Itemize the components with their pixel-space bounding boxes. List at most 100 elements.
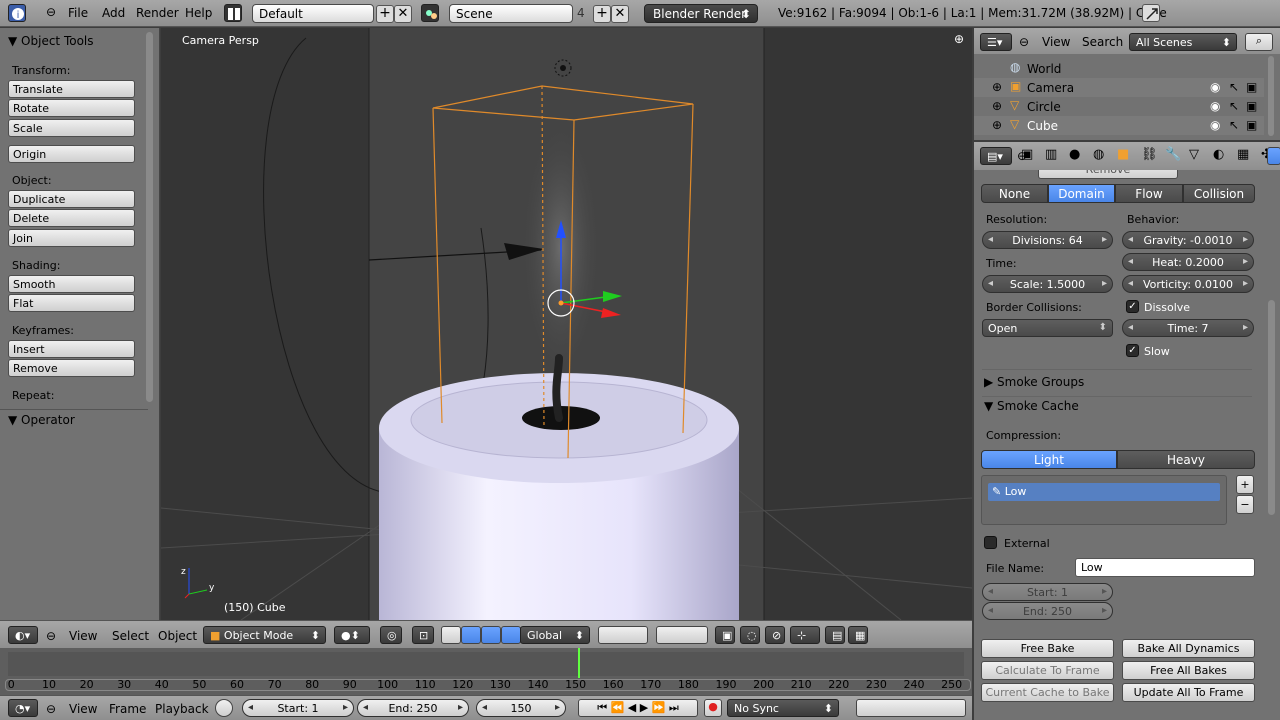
menu-select[interactable]: Select bbox=[112, 629, 149, 643]
collapse-icon[interactable]: ⊖ bbox=[1019, 35, 1029, 49]
opengl-anim-icon[interactable]: ▦ bbox=[848, 626, 868, 644]
remove-keyframe-button[interactable]: Remove bbox=[8, 359, 135, 377]
texture-tab-icon[interactable]: ▦ bbox=[1237, 147, 1249, 162]
free-bake-button[interactable]: Free Bake bbox=[981, 639, 1114, 658]
render-tab-icon[interactable]: ▣ bbox=[1021, 147, 1033, 162]
join-button[interactable]: Join bbox=[8, 229, 135, 247]
smoke-groups-header[interactable]: ▶ Smoke Groups bbox=[984, 375, 1084, 389]
start-frame-field[interactable]: ◂ Start: 1 ▸ bbox=[242, 699, 354, 717]
increment-icon[interactable]: ▸ bbox=[1243, 278, 1248, 289]
cache-end-field[interactable]: ◂ End: 250 ▸ bbox=[982, 602, 1113, 620]
menu-view[interactable]: View bbox=[1042, 35, 1070, 49]
delete-layout-icon[interactable]: ✕ bbox=[394, 5, 412, 23]
increment-icon[interactable]: ▸ bbox=[1243, 322, 1248, 333]
add-cache-icon[interactable]: + bbox=[1236, 475, 1254, 494]
eye-icon[interactable]: ◉ bbox=[1210, 99, 1220, 113]
increment-icon[interactable]: ▸ bbox=[458, 702, 463, 713]
timeline-area[interactable] bbox=[8, 652, 964, 676]
scene-tab-icon[interactable]: ● bbox=[1069, 147, 1080, 162]
menu-render[interactable]: Render bbox=[136, 6, 179, 20]
increment-icon[interactable]: ▸ bbox=[1102, 586, 1107, 597]
add-layout-icon[interactable]: + bbox=[376, 5, 394, 23]
increment-icon[interactable]: ▸ bbox=[555, 702, 560, 713]
outliner-row-cube[interactable]: ⊕ ▽ Cube ◉ ↖ ▣ bbox=[974, 116, 1264, 135]
cursor-icon[interactable]: ↖ bbox=[1229, 99, 1239, 113]
cache-list[interactable]: ✎ Low bbox=[981, 475, 1227, 525]
outliner-row-world[interactable]: ◍ World bbox=[974, 59, 1264, 78]
eye-icon[interactable]: ◉ bbox=[1210, 118, 1220, 132]
render-icon[interactable]: ▣ bbox=[1246, 118, 1257, 132]
material-tab-icon[interactable]: ◐ bbox=[1213, 147, 1224, 162]
tool-shelf-scrollbar[interactable] bbox=[146, 32, 153, 402]
sync-select[interactable]: No Sync ⬍ bbox=[727, 699, 839, 717]
menu-frame[interactable]: Frame bbox=[109, 702, 146, 716]
expand-icon[interactable]: ⊕ bbox=[992, 118, 1002, 132]
cache-list-item[interactable]: ✎ Low bbox=[988, 483, 1220, 501]
heat-field[interactable]: ◂ Heat: 0.2000 ▸ bbox=[1122, 253, 1254, 271]
delete-button[interactable]: Delete bbox=[8, 209, 135, 227]
editor-type-timeline-icon[interactable]: ◔▾ bbox=[8, 699, 38, 717]
menu-add[interactable]: Add bbox=[102, 6, 125, 20]
decrement-icon[interactable]: ◂ bbox=[1128, 256, 1133, 267]
menu-view[interactable]: View bbox=[69, 629, 97, 643]
update-all-to-frame-button[interactable]: Update All To Frame bbox=[1122, 683, 1255, 702]
decrement-icon[interactable]: ◂ bbox=[1128, 234, 1133, 245]
snap-origin-icon[interactable]: ⊡ bbox=[412, 626, 434, 644]
gravity-field[interactable]: ◂ Gravity: -0.0010 ▸ bbox=[1122, 231, 1254, 249]
origin-button[interactable]: Origin bbox=[8, 145, 135, 163]
screen-layout-icon[interactable] bbox=[224, 4, 242, 22]
properties-scrollbar[interactable] bbox=[1268, 300, 1275, 515]
smooth-button[interactable]: Smooth bbox=[8, 275, 135, 293]
modifiers-tab-icon[interactable]: 🔧 bbox=[1165, 147, 1181, 162]
collapse-icon[interactable]: ⊖ bbox=[46, 629, 56, 643]
delete-scene-icon[interactable]: ✕ bbox=[611, 5, 629, 23]
time-scale-field[interactable]: ◂ Scale: 1.5000 ▸ bbox=[982, 275, 1113, 293]
info-editor-icon[interactable]: i bbox=[8, 4, 26, 22]
layer-lock-icon[interactable]: ▣ bbox=[715, 626, 735, 644]
vorticity-field[interactable]: ◂ Vorticity: 0.0100 ▸ bbox=[1122, 275, 1254, 293]
cache-start-field[interactable]: ◂ Start: 1 ▸ bbox=[982, 583, 1113, 601]
snap-icon[interactable]: ⊹ bbox=[790, 626, 820, 644]
current-frame-marker[interactable] bbox=[578, 648, 580, 678]
current-cache-to-bake-button[interactable]: Current Cache to Bake bbox=[981, 683, 1114, 702]
expand-icon[interactable]: ⊕ bbox=[992, 99, 1002, 113]
outliner-row-camera[interactable]: ⊕ ▣ Camera ◉ ↖ ▣ bbox=[974, 78, 1264, 97]
screen-layout-field[interactable]: Default bbox=[252, 4, 374, 23]
collapse-icon[interactable]: ⊖ bbox=[46, 5, 56, 19]
render-icon[interactable]: ▣ bbox=[1246, 80, 1257, 94]
decrement-icon[interactable]: ◂ bbox=[1128, 322, 1133, 333]
menu-search[interactable]: Search bbox=[1082, 35, 1123, 49]
editor-type-3d-icon[interactable]: ◐▾ bbox=[8, 626, 38, 644]
decrement-icon[interactable]: ◂ bbox=[248, 702, 253, 713]
opengl-render-icon[interactable]: ▤ bbox=[825, 626, 845, 644]
menu-file[interactable]: File bbox=[68, 6, 88, 20]
data-tab-icon[interactable]: ▽ bbox=[1189, 147, 1199, 162]
free-all-bakes-button[interactable]: Free All Bakes bbox=[1122, 661, 1255, 680]
smoke-type-collision[interactable]: Collision bbox=[1183, 184, 1255, 203]
add-scene-icon[interactable]: + bbox=[593, 5, 611, 23]
render-engine-select[interactable]: Blender Render ⬍ bbox=[644, 4, 758, 23]
manipulator-toggle-icon[interactable] bbox=[441, 626, 461, 644]
dissolve-time-field[interactable]: ◂ Time: 7 ▸ bbox=[1122, 319, 1254, 337]
expand-icon[interactable]: ⊕ bbox=[992, 80, 1002, 94]
properties-context-tabs[interactable]: ▣ ▥ ● ◍ ■ ⛓ 🔧 ▽ ◐ ▦ ✣ bbox=[1021, 147, 1272, 165]
translate-button[interactable]: Translate bbox=[8, 80, 135, 98]
scene-field[interactable]: Scene bbox=[449, 4, 573, 23]
menu-help[interactable]: Help bbox=[185, 6, 212, 20]
decrement-icon[interactable]: ◂ bbox=[1128, 278, 1133, 289]
increment-icon[interactable]: ▸ bbox=[1243, 256, 1248, 267]
decrement-icon[interactable]: ◂ bbox=[988, 605, 993, 616]
object-tab-icon[interactable]: ■ bbox=[1117, 147, 1129, 162]
flat-button[interactable]: Flat bbox=[8, 294, 135, 312]
remove-button[interactable]: Remove bbox=[1038, 170, 1178, 179]
timeline-scrollbar[interactable] bbox=[5, 679, 971, 691]
physics-tab-icon[interactable] bbox=[1267, 147, 1280, 165]
eye-icon[interactable]: ◉ bbox=[1210, 80, 1220, 94]
rotate-button[interactable]: Rotate bbox=[8, 99, 135, 117]
compression-heavy[interactable]: Heavy bbox=[1117, 450, 1255, 469]
record-icon[interactable]: ● bbox=[704, 699, 722, 717]
duplicate-button[interactable]: Duplicate bbox=[8, 190, 135, 208]
playback-controls[interactable]: ⏮ ⏪ ◀ ▶ ⏩ ⏭ bbox=[578, 699, 698, 717]
outliner-row-circle[interactable]: ⊕ ▽ Circle ◉ ↖ ▣ bbox=[974, 97, 1264, 116]
operator-header[interactable]: ▼ Operator bbox=[8, 413, 75, 427]
